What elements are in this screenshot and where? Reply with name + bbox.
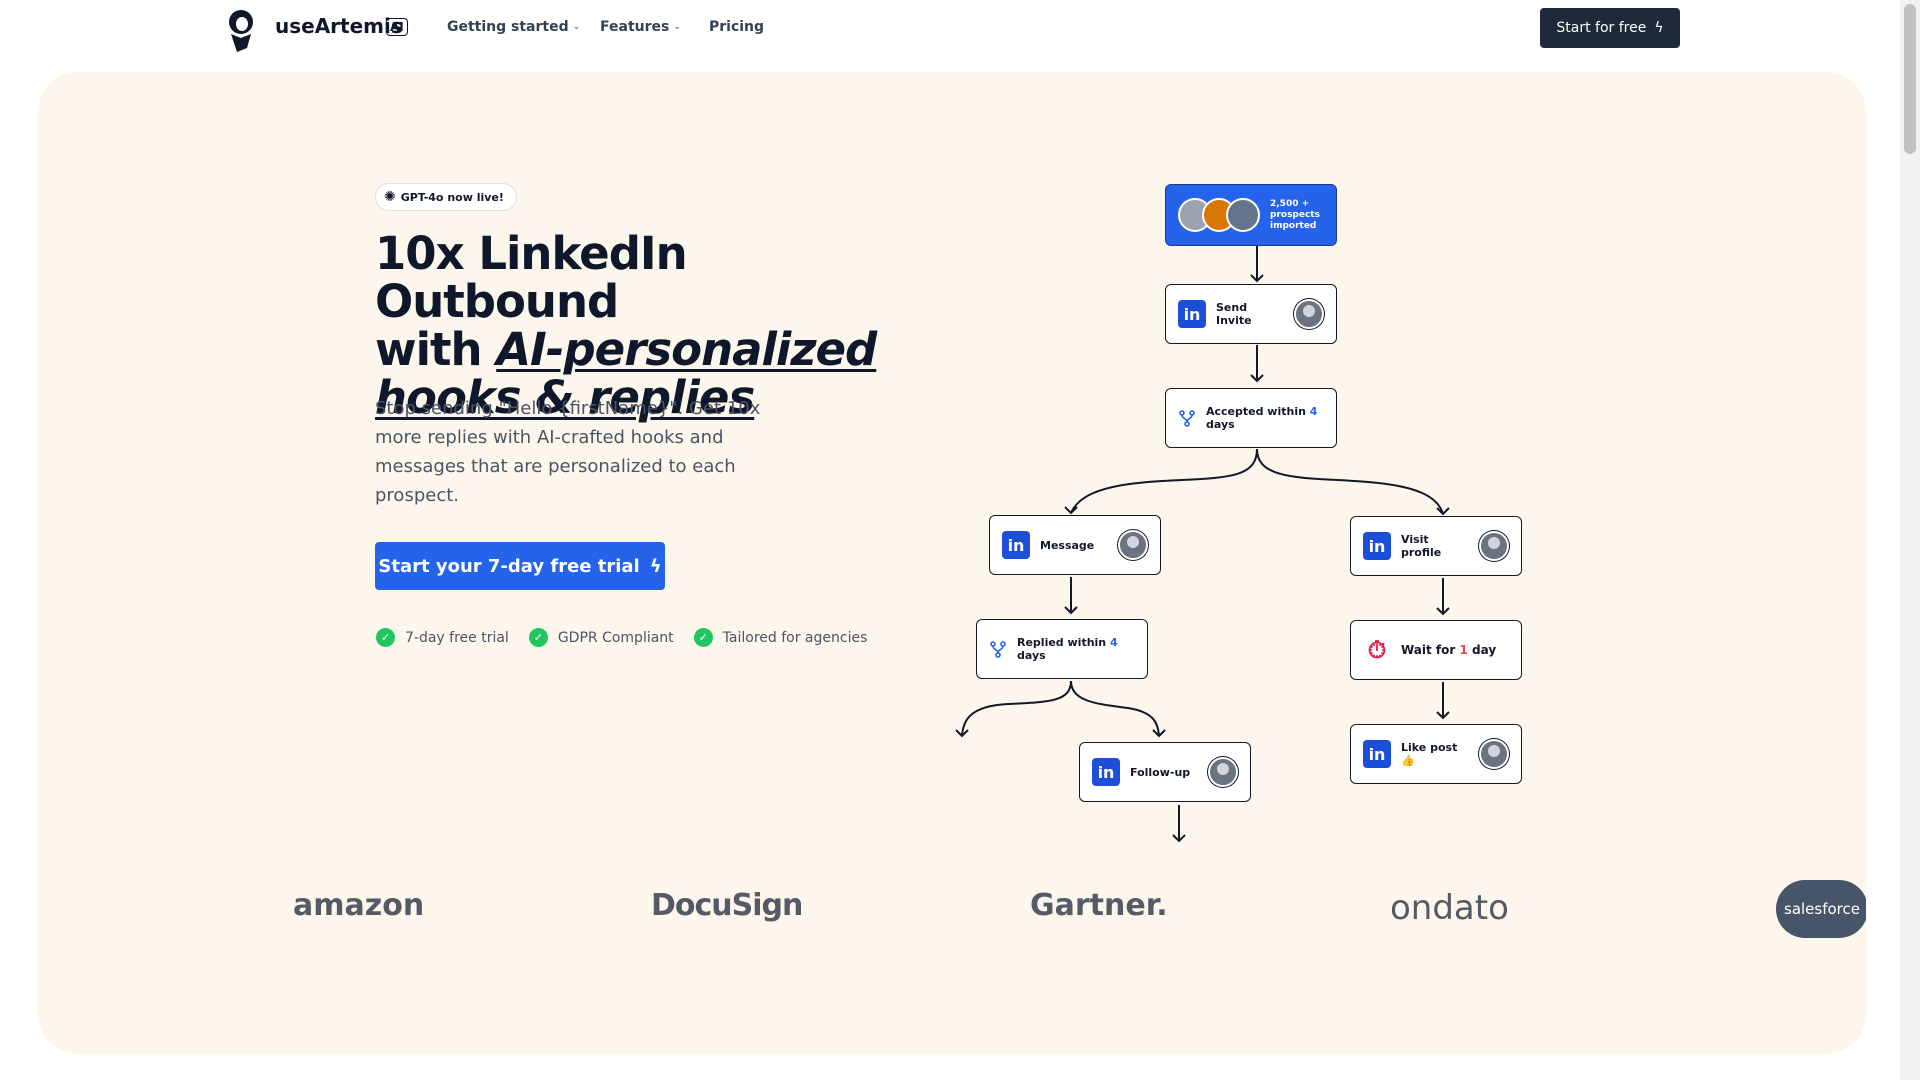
start-for-free-button[interactable]: Start for free ϟ [1540, 8, 1680, 48]
flow-node-prospects[interactable]: 2,500 + prospects imported [1165, 184, 1337, 246]
flow-node-visit-profile[interactable]: in Visit profile [1350, 516, 1522, 576]
like-post-label: Like post 👍 [1401, 741, 1458, 767]
ondato-logo: ondato [1390, 888, 1509, 928]
avatar [1208, 757, 1238, 787]
flow-node-follow-up[interactable]: in Follow-up [1079, 742, 1251, 802]
chevron-down-icon: ⌄ [572, 22, 581, 32]
wait-suffix: day [1467, 643, 1497, 657]
salesforce-logo: salesforce [1776, 880, 1866, 938]
wait-prefix: Wait for [1401, 643, 1460, 657]
prospects-label: 2,500 + prospects imported [1270, 198, 1320, 231]
nav-features[interactable]: Features ⌄ [600, 19, 681, 35]
accepted-prefix: Accepted within [1206, 405, 1310, 418]
lightning-icon: ϟ [1654, 20, 1664, 36]
nav-pricing-label: Pricing [709, 19, 765, 35]
linkedin-icon: in [1363, 532, 1391, 560]
send-invite-label: Send Invite [1216, 301, 1252, 327]
docusign-logo: DocuSign [651, 888, 803, 923]
nav-features-label: Features [600, 19, 670, 35]
replied-label: Replied within 4 days [1017, 636, 1135, 662]
avatar [1479, 531, 1509, 561]
flow-node-message[interactable]: in Message [989, 515, 1161, 575]
replied-suffix: days [1017, 649, 1046, 662]
timer-icon: ⏱ [1367, 636, 1387, 664]
linkedin-icon: in [1178, 300, 1206, 328]
flow-node-send-invite[interactable]: in Send Invite [1165, 284, 1337, 344]
amazon-logo: amazon [293, 888, 425, 923]
scrollbar-thumb[interactable] [1904, 4, 1916, 154]
top-nav: useArtemis AI Getting started ⌄ Features… [0, 0, 1900, 56]
flow-node-wait[interactable]: ⏱ Wait for 1 day [1350, 620, 1522, 680]
avatar-group [1178, 198, 1260, 232]
flow-node-replied[interactable]: Replied within 4 days [976, 619, 1148, 679]
chevron-down-icon: ⌄ [673, 22, 681, 32]
follow-up-label: Follow-up [1130, 765, 1191, 779]
brand-logo[interactable]: useArtemis AI [223, 8, 408, 52]
ai-badge: AI [386, 18, 408, 36]
accepted-suffix: days [1206, 418, 1235, 431]
avatar [1479, 739, 1509, 769]
replied-prefix: Replied within [1017, 636, 1110, 649]
artemis-logo-icon [229, 10, 253, 52]
brand-name: useArtemis [275, 14, 403, 38]
nav-getting-started[interactable]: Getting started ⌄ [447, 19, 580, 35]
wait-label: Wait for 1 day [1401, 643, 1496, 657]
linkedin-icon: in [1092, 758, 1120, 786]
avatar [1226, 198, 1260, 232]
nav-pricing[interactable]: Pricing [709, 19, 764, 35]
gartner-logo: Gartner. [1030, 888, 1168, 923]
branch-icon [1179, 410, 1195, 427]
linkedin-icon: in [1363, 740, 1391, 768]
message-label: Message [1040, 538, 1095, 552]
wait-num: 1 [1459, 643, 1468, 657]
avatar [1294, 299, 1324, 329]
hero-section: ✺ GPT-4o now live! 10x LinkedIn Outbound… [38, 72, 1866, 1054]
flow-node-like-post[interactable]: in Like post 👍 [1350, 724, 1522, 784]
visit-profile-label: Visit profile [1401, 533, 1442, 559]
flow-node-accepted[interactable]: Accepted within 4 days [1165, 388, 1337, 448]
replied-num: 4 [1109, 636, 1118, 649]
start-for-free-label: Start for free [1556, 20, 1647, 36]
linkedin-icon: in [1002, 531, 1030, 559]
salesforce-logo-text: salesforce [1784, 900, 1860, 918]
page-scrollbar[interactable] [1900, 0, 1920, 1080]
branch-icon [990, 641, 1006, 658]
nav-getting-started-label: Getting started [447, 19, 569, 35]
accepted-num: 4 [1309, 405, 1318, 418]
accepted-label: Accepted within 4 days [1206, 405, 1324, 431]
avatar [1118, 530, 1148, 560]
